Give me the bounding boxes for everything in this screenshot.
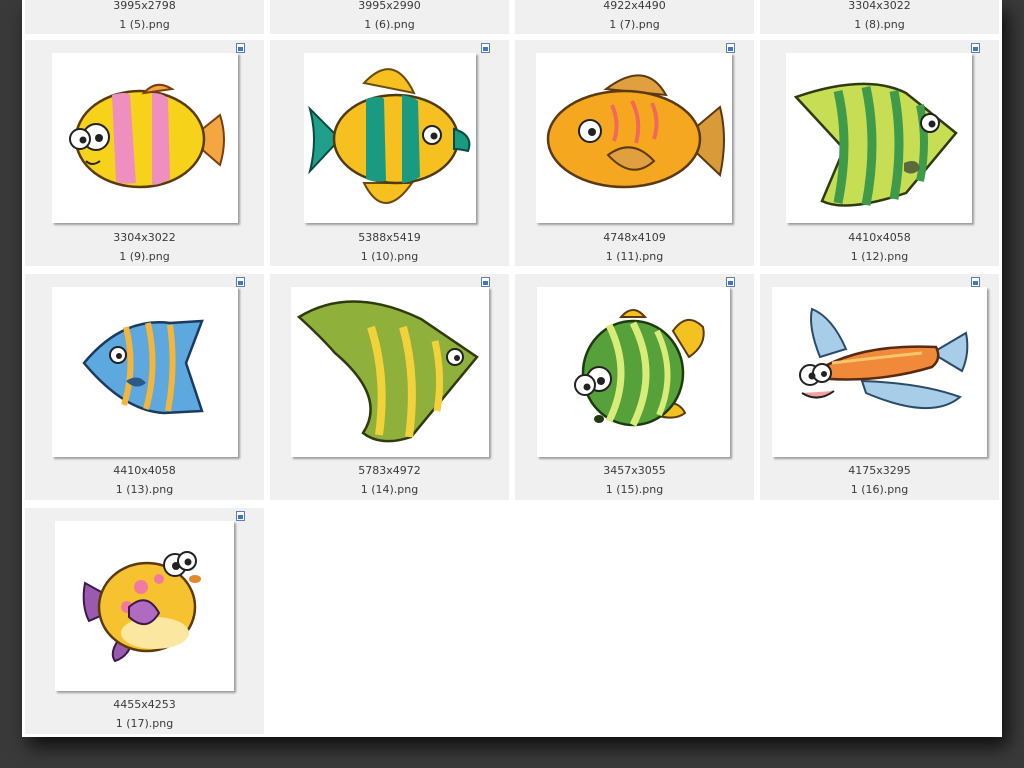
file-tile[interactable]: 5388x5419 1 (10).png <box>270 40 509 266</box>
file-name: 1 (10).png <box>360 250 419 263</box>
file-tile[interactable]: 3995x2990 1 (6).png <box>270 0 509 34</box>
image-dimensions: 4748x4109 <box>603 231 666 244</box>
png-file-icon <box>726 43 735 53</box>
file-tile[interactable]: 4410x4058 1 (13).png <box>25 274 264 500</box>
png-file-icon <box>236 277 245 287</box>
file-name: 1 (5).png <box>119 18 170 31</box>
goldfish-icon <box>536 53 732 223</box>
file-tile[interactable]: 5783x4972 1 (14).png <box>270 274 509 500</box>
png-file-icon <box>481 277 490 287</box>
file-tile[interactable]: 4455x4253 1 (17).png <box>25 508 264 734</box>
image-dimensions: 3304x3022 <box>113 231 176 244</box>
blue-fish-icon <box>52 287 238 457</box>
image-dimensions: 3995x2798 <box>113 0 176 12</box>
image-dimensions: 4410x4058 <box>848 231 911 244</box>
png-file-icon <box>726 277 735 287</box>
angelfish-icon <box>304 53 476 223</box>
file-name: 1 (8).png <box>854 18 905 31</box>
png-file-icon <box>971 43 980 53</box>
file-name: 1 (7).png <box>609 18 660 31</box>
flying-fish-icon <box>772 287 987 457</box>
png-file-icon <box>481 43 490 53</box>
image-dimensions: 3995x2990 <box>358 0 421 12</box>
image-dimensions: 3304x3022 <box>848 0 911 12</box>
image-dimensions: 4410x4058 <box>113 464 176 477</box>
file-tile[interactable]: 3304x3022 1 (9).png <box>25 40 264 266</box>
file-name: 1 (13).png <box>115 483 174 496</box>
clownfish-icon <box>52 53 238 223</box>
image-dimensions: 5783x4972 <box>358 464 421 477</box>
file-name: 1 (17).png <box>115 717 174 730</box>
png-file-icon <box>236 43 245 53</box>
file-tile[interactable]: 4748x4109 1 (11).png <box>515 40 754 266</box>
image-dimensions: 4455x4253 <box>113 698 176 711</box>
image-dimensions: 4175x3295 <box>848 464 911 477</box>
png-file-icon <box>236 511 245 521</box>
file-tile[interactable]: 3457x3055 1 (15).png <box>515 274 754 500</box>
yellow-pufferfish-icon <box>55 521 234 691</box>
file-name: 1 (14).png <box>360 483 419 496</box>
moorish-idol-icon <box>291 287 489 457</box>
file-name: 1 (11).png <box>605 250 664 263</box>
image-dimensions: 3457x3055 <box>603 464 666 477</box>
green-pufferfish-icon <box>537 287 730 457</box>
striped-angelfish-icon <box>786 53 972 223</box>
file-thumbnail-grid: 3995x2798 1 (5).png 3995x2990 1 (6).png … <box>22 0 1002 737</box>
file-tile[interactable]: 4175x3295 1 (16).png <box>760 274 999 500</box>
file-tile[interactable]: 3995x2798 1 (5).png <box>25 0 264 34</box>
file-tile[interactable]: 4922x4490 1 (7).png <box>515 0 754 34</box>
image-dimensions: 4922x4490 <box>603 0 666 12</box>
file-name: 1 (12).png <box>850 250 909 263</box>
file-name: 1 (6).png <box>364 18 415 31</box>
png-file-icon <box>971 277 980 287</box>
file-name: 1 (9).png <box>119 250 170 263</box>
file-name: 1 (15).png <box>605 483 664 496</box>
image-dimensions: 5388x5419 <box>358 231 421 244</box>
file-tile[interactable]: 3304x3022 1 (8).png <box>760 0 999 34</box>
file-name: 1 (16).png <box>850 483 909 496</box>
file-tile[interactable]: 4410x4058 1 (12).png <box>760 40 999 266</box>
